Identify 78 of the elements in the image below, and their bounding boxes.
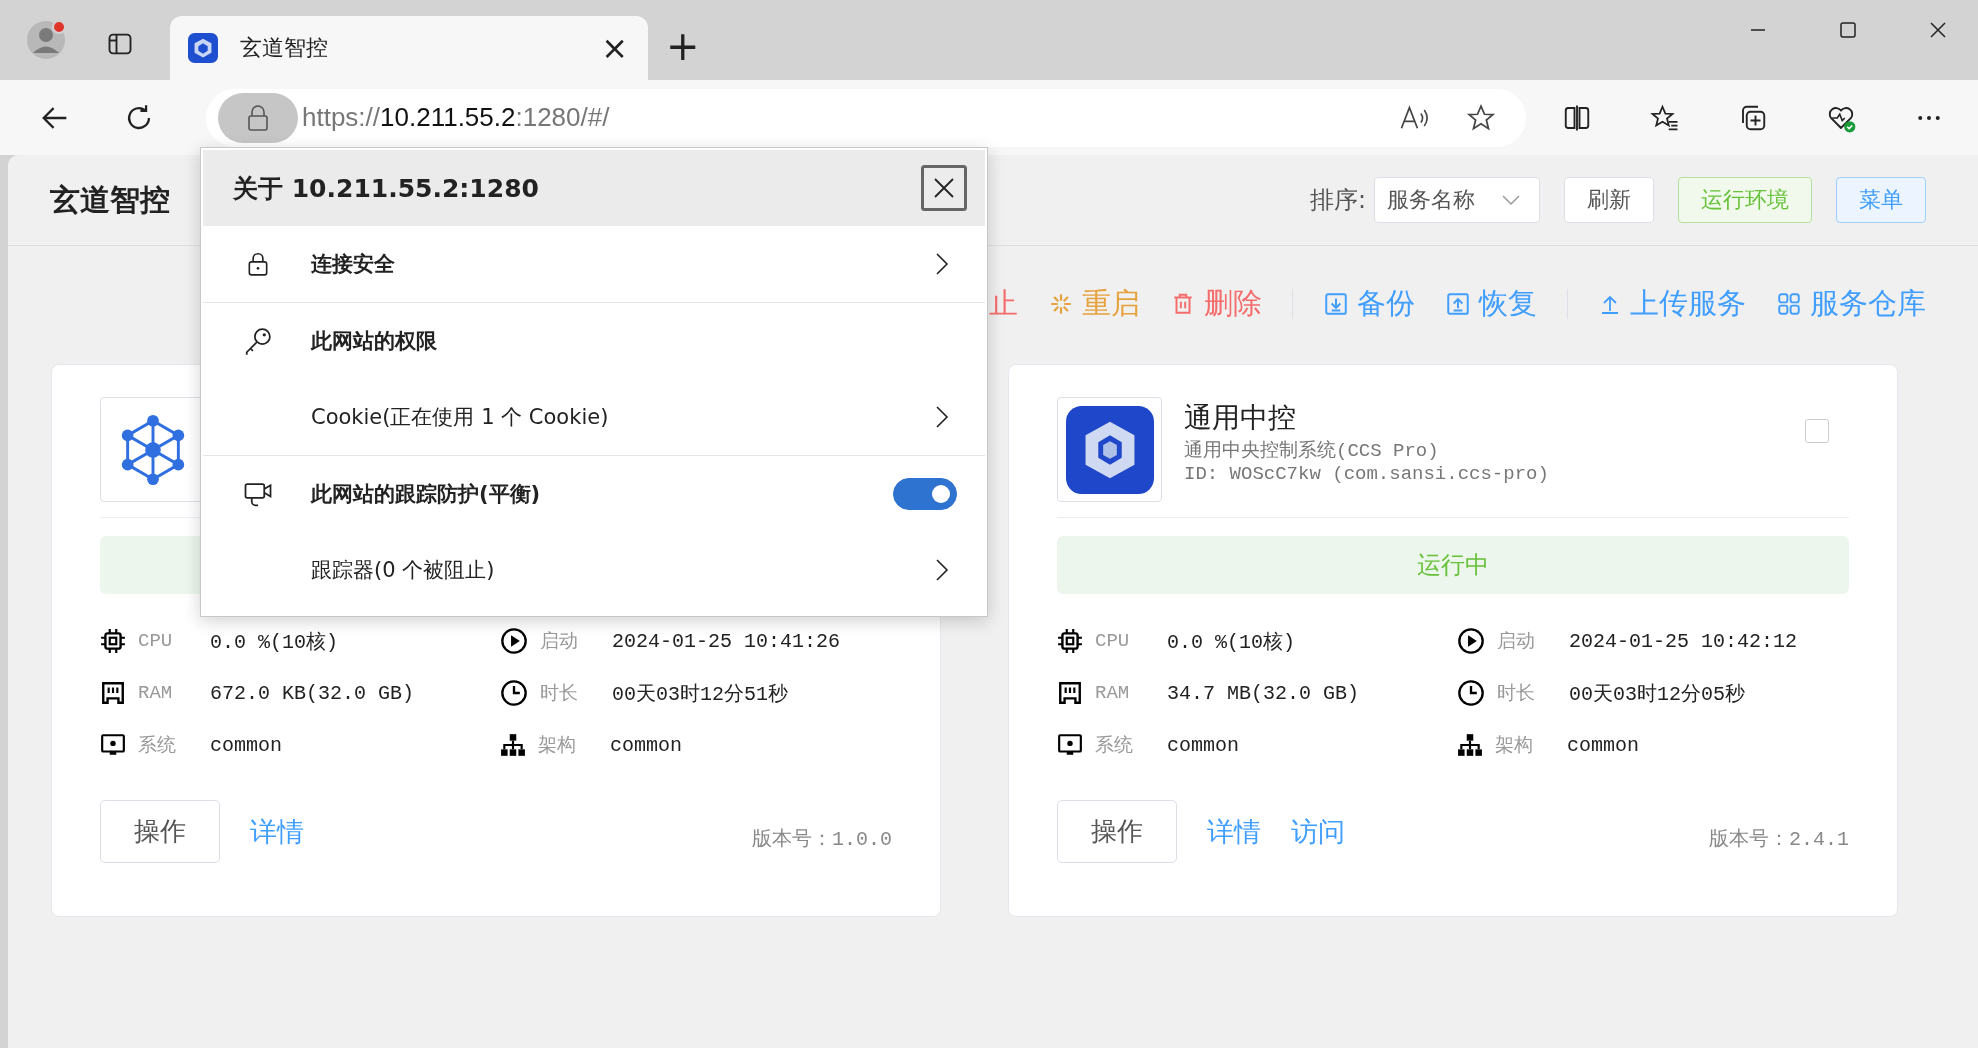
clock-icon (1457, 679, 1485, 707)
service-name: 通用中控 (1184, 400, 1297, 436)
stat-label: 启动 (1497, 630, 1536, 654)
favorites-icon[interactable] (1650, 102, 1680, 133)
chevron-right-icon (935, 405, 949, 429)
memory-icon (100, 680, 126, 706)
sort-label: 排序: (1309, 185, 1366, 216)
address-bar[interactable]: https://10.211.55.2:1280/#/ (206, 88, 1526, 147)
stat-value: common (1567, 733, 1639, 757)
sort-select[interactable]: 服务名称 (1374, 177, 1540, 223)
stat-value: common (610, 733, 682, 757)
stat-value: common (210, 733, 282, 757)
stat-label: 时长 (1497, 682, 1536, 706)
header-button[interactable]: 刷新 (1564, 177, 1654, 223)
download-box-icon (1323, 291, 1349, 317)
toggle-switch[interactable] (893, 478, 957, 510)
favorite-star-icon[interactable] (1466, 102, 1496, 133)
play-circle-icon (500, 627, 528, 655)
stat-label: 启动 (540, 630, 579, 654)
stat-label: RAM (138, 682, 174, 704)
browser-tab[interactable]: 玄道智控 × (170, 16, 648, 80)
memory-icon (1057, 680, 1083, 706)
stat-label: 架构 (538, 734, 577, 758)
stat-value: 00天03时12分05秒 (1569, 681, 1745, 707)
popup-row[interactable]: Cookie(正在使用 1 个 Cookie) (203, 379, 985, 455)
operate-button[interactable]: 操作 (100, 800, 220, 863)
service-id: ID: WOScC7kw (com.sansi.ccs-pro) (1184, 463, 1549, 485)
popup-row[interactable]: 此网站的跟踪防护(平衡) (203, 456, 985, 532)
stat-label: 时长 (540, 682, 579, 706)
close-tab-button[interactable]: × (601, 32, 628, 64)
popup-title: 关于 10.211.55.2:1280 (233, 172, 539, 205)
operate-button[interactable]: 操作 (1057, 800, 1177, 863)
version-text: 版本号：2.4.1 (1709, 827, 1849, 852)
close-icon[interactable] (1928, 20, 1948, 40)
play-circle-icon (1457, 627, 1485, 655)
url-text: https://10.211.55.2:1280/#/ (302, 102, 611, 133)
popup-row[interactable]: 跟踪器(0 个被阻止) (203, 532, 985, 608)
stat-value: common (1167, 733, 1239, 757)
upload-box-icon (1445, 291, 1471, 317)
chevron-right-icon (935, 558, 949, 582)
lock-icon[interactable] (218, 92, 298, 143)
chip-icon (100, 628, 126, 654)
chip-icon (1057, 628, 1083, 654)
stat-label: CPU (1095, 630, 1131, 652)
tab-title: 玄道智控 (240, 34, 329, 62)
stat-label: CPU (138, 630, 174, 652)
maximize-icon[interactable] (1838, 20, 1858, 40)
hierarchy-icon (500, 732, 526, 758)
hierarchy-icon (1457, 732, 1483, 758)
key-icon (243, 326, 273, 356)
popup-row[interactable]: 连接安全 (203, 226, 985, 302)
grid-icon (1776, 291, 1802, 317)
stat-value: 2024-01-25 10:41:26 (612, 629, 841, 653)
stat-label: 系统 (138, 734, 177, 758)
stat-value: 0.0 %(10核) (1167, 629, 1296, 655)
stat-label: 架构 (1495, 734, 1534, 758)
sparkle-icon (1048, 291, 1074, 317)
stat-value: 0.0 %(10核) (210, 629, 339, 655)
app-logo-icon (188, 33, 218, 63)
stat-value: 2024-01-25 10:42:12 (1569, 629, 1798, 653)
app-title: 玄道智控 (50, 180, 170, 219)
stat-label: RAM (1095, 682, 1131, 704)
clock-icon (500, 679, 528, 707)
close-button[interactable] (921, 165, 967, 211)
status-bar: 运行中 (1057, 536, 1849, 594)
new-tab-button[interactable]: + (666, 26, 700, 66)
profile-avatar-icon[interactable] (26, 20, 66, 60)
stat-value: 00天03时12分51秒 (612, 681, 788, 707)
version-text: 版本号：1.0.0 (752, 827, 892, 852)
popup-row[interactable]: 此网站的权限 (203, 303, 985, 379)
caret-icon (1501, 194, 1521, 206)
stat-value: 672.0 KB(32.0 GB) (210, 681, 415, 705)
service-description: 通用中央控制系统(CCS Pro) (1184, 439, 1440, 463)
stat-value: 34.7 MB(32.0 GB) (1167, 681, 1360, 705)
stat-label: 系统 (1095, 734, 1134, 758)
hexagon-app-icon (1065, 405, 1154, 494)
select-checkbox[interactable] (1805, 419, 1829, 443)
chevron-right-icon (935, 252, 949, 276)
